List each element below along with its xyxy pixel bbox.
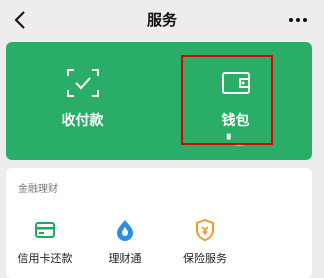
insurance-item[interactable]: 保险服务: [170, 218, 240, 266]
wallet-tile[interactable]: 钱包 ▘▁: [159, 42, 312, 160]
wallet-label: 钱包: [221, 113, 250, 129]
back-button[interactable]: [8, 6, 32, 34]
insurance-shield-icon: [196, 218, 214, 242]
more-dots-icon: [289, 18, 293, 22]
chevron-left-icon: [14, 11, 25, 29]
wealth-drop-icon: [117, 220, 133, 241]
wallet-balance: ▘▁: [226, 135, 245, 146]
credit-card-label: 信用卡还款: [17, 252, 73, 265]
page-title: 服务: [146, 11, 177, 29]
credit-card-repayment-item[interactable]: 信用卡还款: [10, 218, 80, 266]
more-dot: [296, 18, 300, 22]
top-bar: 服务: [0, 0, 324, 40]
pay-receive-tile[interactable]: 收付款: [6, 42, 159, 160]
wallet-card: 收付款 钱包 ▘▁: [6, 42, 312, 195]
credit-card-icon: [35, 222, 55, 238]
wallet-icon: [221, 72, 250, 94]
finance-section: 金融理财 信用卡还款 理财通 保险服务: [6, 168, 312, 278]
more-dot: [303, 18, 307, 22]
wealth-label: 理财通: [108, 252, 142, 265]
pay-receive-label: 收付款: [61, 113, 104, 129]
wealth-item[interactable]: 理财通: [90, 218, 160, 266]
insurance-label: 保险服务: [183, 252, 227, 265]
scan-pay-icon: [66, 69, 99, 97]
finance-section-title: 金融理财: [18, 184, 58, 195]
more-button[interactable]: [284, 8, 312, 32]
